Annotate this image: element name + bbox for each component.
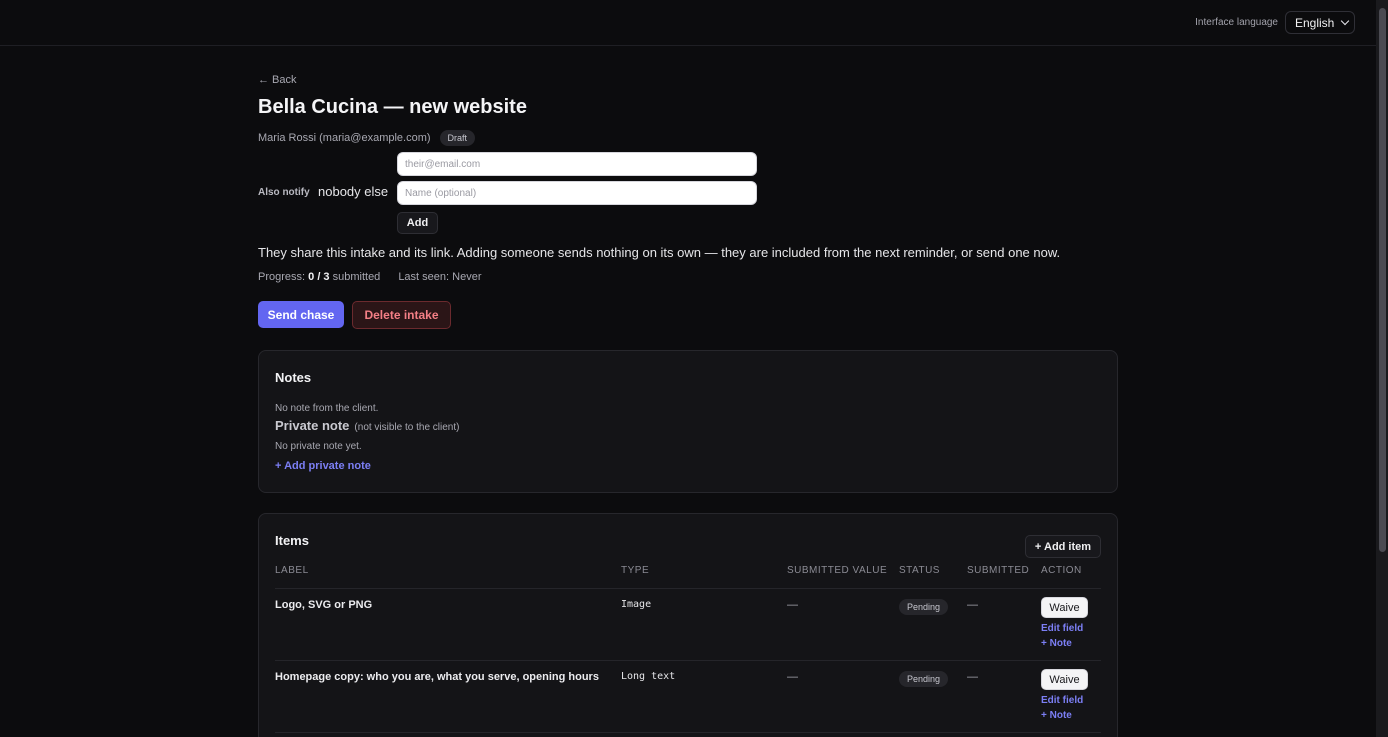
notify-name-input[interactable]: Name (optional): [397, 181, 757, 205]
progress-line: Progress: 0 / 3 submitted Last seen: Nev…: [258, 271, 1118, 283]
status-badge: Pending: [899, 671, 949, 687]
intake-actions: Send chase Delete intake: [258, 301, 1118, 329]
notes-card: Notes No note from the client. Private n…: [258, 350, 1118, 493]
notify-label: Also notify: [258, 187, 310, 198]
item-type: Image: [621, 599, 652, 610]
private-note-title: Private note: [275, 418, 350, 433]
notes-title: Notes: [275, 370, 312, 385]
add-private-note-link[interactable]: + Add private note: [275, 460, 371, 472]
add-note-link[interactable]: + Note: [1041, 638, 1072, 649]
item-label: Logo, SVG or PNG: [275, 599, 373, 611]
language-switcher: Interface language English: [1195, 11, 1355, 34]
add-item-button[interactable]: + Add item: [1025, 535, 1101, 558]
language-select[interactable]: English: [1285, 11, 1355, 34]
notify-recipients: nobody else: [318, 184, 389, 199]
item-status-cell: Pending: [899, 669, 967, 725]
main-content: ← Back Bella Cucina — new website Maria …: [258, 70, 1118, 737]
item-submitted: —: [967, 599, 978, 611]
scrollbar-thumb[interactable]: [1379, 8, 1386, 552]
table-row: Homepage copy: who you are, what you ser…: [275, 661, 1101, 733]
private-note-heading: Private note (not visible to the client): [275, 418, 1101, 433]
private-note-empty: No private note yet.: [275, 441, 362, 452]
column-header-status: STATUS: [899, 565, 940, 576]
language-label: Interface language: [1195, 17, 1278, 28]
notify-info-text: They share this intake and its link. Add…: [258, 245, 1061, 260]
status-badge: Pending: [899, 599, 949, 615]
item-actions: Waive Edit field + Note: [1041, 669, 1101, 725]
notify-email-input[interactable]: their@email.com: [397, 152, 757, 176]
back-link[interactable]: ← Back: [258, 74, 297, 86]
item-label: Homepage copy: who you are, what you ser…: [275, 671, 599, 683]
items-title: Items: [275, 533, 309, 548]
progress-count: 0 / 3: [308, 271, 330, 283]
edit-field-link[interactable]: Edit field: [1041, 623, 1083, 634]
waive-button[interactable]: Waive: [1041, 597, 1088, 618]
item-submitted-value: —: [787, 599, 798, 611]
intake-meta: Maria Rossi (maria@example.com) Draft: [258, 130, 1118, 146]
progress-status: Progress: 0 / 3 submitted: [258, 271, 381, 283]
waive-button[interactable]: Waive: [1041, 669, 1088, 690]
scrollbar[interactable]: [1376, 0, 1388, 737]
top-bar: Interface language English: [0, 0, 1376, 46]
send-chase-button[interactable]: Send chase: [258, 301, 344, 328]
column-header-submitted-value: SUBMITTED VALUE: [787, 565, 888, 576]
chevron-down-icon: [1340, 16, 1350, 26]
edit-field-link[interactable]: Edit field: [1041, 695, 1083, 706]
status-badge: Draft: [439, 130, 476, 146]
column-header-submitted: SUBMITTED: [967, 565, 1030, 576]
item-submitted-value: —: [787, 671, 798, 683]
item-actions: Waive Edit field + Note: [1041, 597, 1101, 653]
page-title: Bella Cucina — new website: [258, 96, 527, 118]
client-note: No note from the client.: [275, 403, 379, 414]
item-submitted: —: [967, 671, 978, 683]
column-header-type: TYPE: [621, 565, 650, 576]
private-note-hint: (not visible to the client): [354, 422, 460, 433]
column-header-label: LABEL: [275, 565, 309, 576]
delete-intake-button[interactable]: Delete intake: [352, 301, 451, 329]
items-table-header: LABEL TYPE SUBMITTED VALUE STATUS SUBMIT…: [275, 565, 1101, 589]
add-recipient-button[interactable]: Add: [397, 212, 438, 234]
item-type: Long text: [621, 671, 676, 682]
notify-section: Also notify nobody else their@email.com …: [258, 152, 1118, 234]
last-seen: Last seen: Never: [398, 271, 482, 283]
client-contact: Maria Rossi (maria@example.com): [258, 132, 431, 144]
add-note-link[interactable]: + Note: [1041, 710, 1072, 721]
language-value: English: [1295, 15, 1335, 30]
item-status-cell: Pending: [899, 597, 967, 653]
items-card: Items + Add item LABEL TYPE SUBMITTED VA…: [258, 513, 1118, 737]
table-row: Logo, SVG or PNG Image — Pending — Waive…: [275, 589, 1101, 661]
column-header-action: ACTION: [1041, 565, 1082, 576]
